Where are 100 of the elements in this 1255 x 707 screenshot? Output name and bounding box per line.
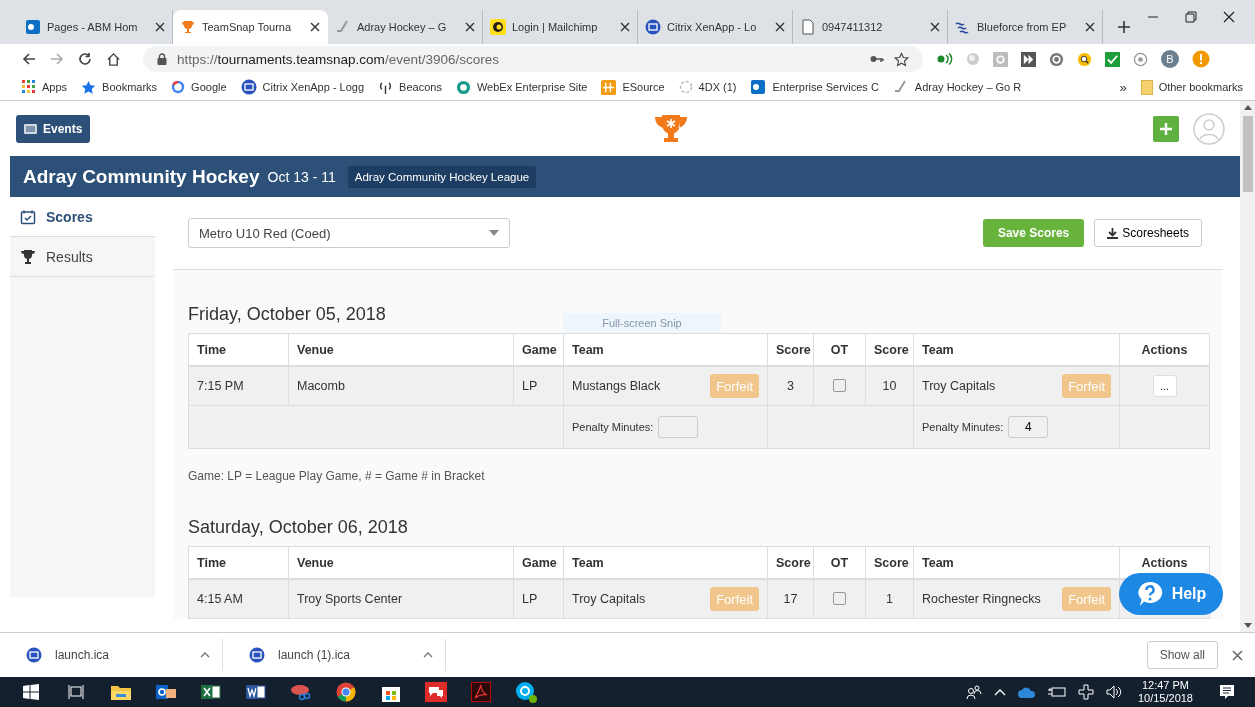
close-icon[interactable] [465, 22, 475, 32]
waves-icon [955, 19, 971, 35]
bookmark-folder[interactable]: Other bookmarks [1140, 79, 1243, 95]
close-icon[interactable] [1232, 649, 1243, 661]
windows-icon[interactable] [22, 684, 39, 700]
close-icon[interactable] [775, 22, 785, 32]
bookmark[interactable]: Google [171, 80, 227, 94]
hockey-stick-icon [335, 19, 351, 35]
spreadsheet-app-icon[interactable] [200, 683, 221, 701]
scrollbar[interactable] [1240, 101, 1255, 632]
folder-icon[interactable] [110, 684, 131, 700]
key-icon[interactable] [870, 54, 884, 64]
table-cell: 1 [865, 579, 914, 619]
cloud-icon[interactable] [1017, 686, 1036, 698]
close-icon[interactable] [155, 22, 165, 32]
home-icon[interactable] [106, 51, 121, 67]
volume-icon[interactable] [1105, 685, 1122, 699]
table-cell: LP [513, 366, 564, 406]
checkmark-icon[interactable] [1105, 51, 1120, 67]
penalty-input[interactable] [658, 416, 699, 438]
close-icon[interactable] [310, 22, 320, 32]
scrollbar-thumb[interactable] [1242, 116, 1253, 192]
division-select[interactable]: Metro U10 Red (Coed) [188, 218, 510, 248]
events-button[interactable]: Events [16, 114, 91, 143]
search-icon[interactable] [1077, 51, 1092, 67]
column-header: Game [513, 333, 564, 366]
bookmark[interactable]: Citrix XenApp - Logg [240, 79, 365, 95]
document-app-icon[interactable] [245, 683, 266, 701]
profile-avatar[interactable]: B [1161, 50, 1179, 68]
people-icon[interactable] [965, 684, 982, 700]
tile-icon [750, 79, 767, 95]
column-header: Game [513, 546, 564, 579]
close-icon[interactable] [1223, 11, 1235, 23]
column-header: OT [813, 546, 866, 579]
bookmark[interactable]: ESource [601, 79, 665, 95]
new-tab-icon[interactable] [1117, 20, 1131, 34]
tile-icon [25, 19, 41, 35]
bookmark[interactable]: WebEx Enterprise Site [455, 79, 588, 95]
close-icon[interactable] [930, 22, 940, 32]
bookmark[interactable]: Enterprise Services C [750, 79, 879, 95]
window-icon [26, 647, 42, 663]
signal-icon[interactable] [937, 53, 953, 65]
task-view-icon[interactable] [67, 684, 84, 700]
fast-forward-icon[interactable] [1021, 51, 1036, 67]
add-button[interactable] [1153, 115, 1179, 142]
bookmark[interactable]: 4DX (1) [678, 80, 737, 94]
pdf-app-icon[interactable] [470, 682, 491, 702]
headset-icon[interactable] [1133, 51, 1148, 67]
download-icon [1107, 227, 1119, 239]
bookmark[interactable]: Adray Hockey – Go R [892, 79, 1022, 95]
penalty-label: Penalty Minutes: [922, 421, 1004, 433]
show-all-button[interactable]: Show all [1146, 641, 1218, 669]
clock-date[interactable]: 10/15/2018 [1137, 692, 1193, 705]
notifications-icon[interactable] [1219, 684, 1235, 700]
close-icon[interactable] [620, 22, 630, 32]
address-bar[interactable]: https://tournaments.teamsnap.com/event/3906/scores [143, 46, 923, 72]
column-header: Venue [288, 546, 514, 579]
window-icon [240, 79, 257, 95]
star-icon[interactable] [894, 51, 909, 67]
penalty-input[interactable]: 4 [1008, 416, 1049, 438]
question-bubble-icon [1135, 581, 1164, 607]
actions-button[interactable]: ... [1152, 375, 1177, 397]
bookmark[interactable]: Beacons [378, 79, 442, 95]
scroll-down-icon[interactable] [1243, 623, 1252, 628]
column-header: Venue [288, 333, 514, 366]
table-cell: LP [513, 579, 564, 619]
restore-icon[interactable] [1185, 11, 1197, 23]
column-header: Team [913, 546, 1120, 579]
mail-app-icon[interactable] [155, 683, 176, 701]
ring-icon[interactable] [1049, 51, 1064, 67]
browser-app-icon[interactable] [335, 682, 356, 702]
chat-bubbles-icon[interactable] [424, 682, 447, 702]
trophy-icon[interactable] [654, 113, 689, 144]
star-icon [81, 79, 97, 95]
clock-time[interactable]: 12:47 PM [1141, 679, 1189, 692]
download-item[interactable]: launch (1).ica [223, 639, 446, 671]
event-dates: Oct 13 - 11 [267, 168, 336, 185]
column-header: Actions [1119, 333, 1210, 366]
overtime-checkbox[interactable] [833, 379, 846, 392]
overtime-checkbox[interactable] [833, 592, 846, 605]
team-name: Mustangs Black [572, 379, 661, 393]
browser-tab[interactable]: TeamSnap Tourna [173, 10, 328, 44]
penalty-label: Penalty Minutes: [572, 421, 654, 433]
scoresheets-button[interactable]: Scoresheets [1094, 219, 1202, 247]
reload-icon[interactable] [78, 52, 92, 66]
help-button[interactable]: Help [1119, 573, 1223, 615]
bookmark[interactable]: Bookmarks [81, 79, 158, 95]
sidebar-item[interactable]: Scores [10, 197, 155, 237]
download-item[interactable]: launch.ica [0, 639, 223, 671]
caret-icon [489, 230, 499, 236]
team-name: Troy Capitals [572, 592, 646, 606]
battery-icon[interactable] [1047, 686, 1066, 698]
plus-icon [1160, 122, 1172, 135]
team-name: Rochester Ringnecks [922, 592, 1041, 606]
bookmark[interactable]: Apps [22, 80, 68, 94]
scroll-up-icon[interactable] [1243, 105, 1252, 110]
back-icon[interactable] [22, 52, 36, 66]
close-icon[interactable] [1085, 22, 1095, 32]
more-bookmarks-button[interactable]: » [1119, 79, 1127, 95]
document-icon [800, 19, 816, 35]
